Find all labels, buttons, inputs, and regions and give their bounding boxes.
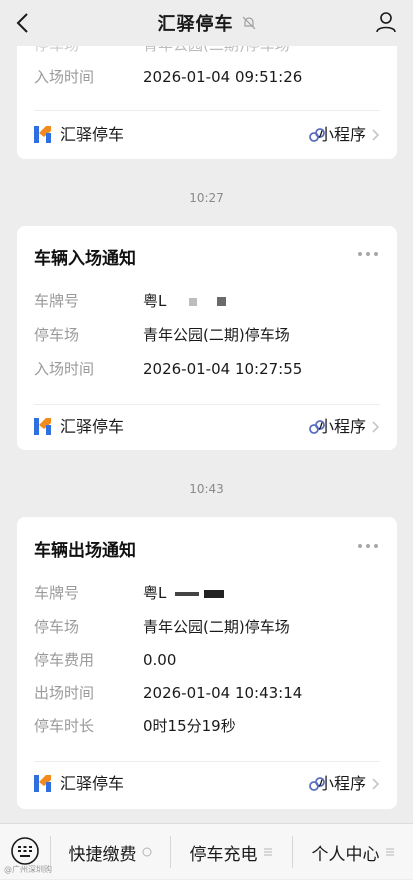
parking-lot-value: 青年公园(二期)停车场 — [143, 326, 290, 344]
entry-time-row: 入场时间 2026-01-04 09:51:26 — [34, 65, 380, 89]
exit-time-row: 出场时间 2026-01-04 10:43:14 — [34, 681, 380, 705]
plate-redaction — [175, 591, 200, 596]
entry-time-value: 2026-01-04 09:51:26 — [143, 68, 303, 86]
brand-name: 汇驿停车 — [60, 774, 125, 793]
entry-time-row: 入场时间 2026-01-04 10:27:55 — [34, 357, 380, 381]
huiyi-logo-icon — [34, 775, 51, 792]
submenu-icon — [263, 848, 272, 856]
parking-fee-row: 停车费用 0.00 — [34, 648, 380, 672]
entry-time-value: 2026-01-04 10:27:55 — [143, 360, 303, 378]
duration-label: 停车时长 — [34, 717, 95, 735]
card-footer[interactable]: 汇驿停车 小程序 — [34, 123, 380, 147]
plate-row: 车牌号 粤L — [34, 289, 380, 313]
parking-lot-row: 停车场 青年公园(二期)停车场 — [34, 323, 380, 347]
parking-fee-value: 0.00 — [143, 651, 177, 669]
menu-charging-label: 停车充电 — [189, 844, 258, 865]
card-divider — [34, 110, 380, 111]
parking-lot-row: 停车场 青年公园(二期)停车场 — [34, 615, 380, 639]
chevron-right-icon — [372, 421, 380, 433]
more-options-icon[interactable] — [357, 251, 379, 257]
link-icon — [142, 847, 151, 857]
chevron-right-icon — [372, 129, 380, 141]
huiyi-logo-icon — [34, 126, 51, 143]
entry-time-label: 入场时间 — [34, 360, 95, 378]
message-feed[interactable]: 停车场 青年公园(二期)停车场 入场时间 2026-01-04 09:51:26… — [0, 0, 413, 823]
watermark: @广州深圳购 — [4, 865, 52, 874]
menu-quick-pay[interactable]: 快捷缴费 — [51, 824, 169, 880]
entry-time-label: 入场时间 — [34, 68, 95, 86]
plate-label: 车牌号 — [34, 584, 80, 602]
plate-value: 粤L — [143, 289, 226, 313]
plate-value: 粤L — [143, 581, 224, 605]
plate-redaction — [216, 297, 226, 306]
submenu-icon — [385, 848, 394, 856]
card-title: 车辆入场通知 — [34, 249, 136, 269]
plate-row: 车牌号 粤L — [34, 581, 380, 605]
card-footer[interactable]: 汇驿停车 小程序 — [34, 772, 380, 796]
brand-name: 汇驿停车 — [60, 125, 125, 144]
plate-redaction — [189, 297, 198, 306]
huiyi-logo-icon — [34, 418, 51, 435]
exit-time-label: 出场时间 — [34, 684, 95, 702]
plate-redaction — [203, 589, 224, 598]
mini-program-link[interactable]: 小程序 — [318, 772, 366, 796]
user-profile-icon[interactable] — [375, 11, 397, 33]
entry-notification-card[interactable]: 车辆入场通知 车牌号 粤L 停车场 青年公园(二期)停车场 入场时间 2026-… — [17, 226, 397, 450]
menu-quick-pay-label: 快捷缴费 — [68, 844, 137, 865]
bottom-menu-bar: 快捷缴费 停车充电 个人中心 — [0, 823, 413, 879]
card-title: 车辆出场通知 — [34, 541, 136, 561]
mini-program-link[interactable]: 小程序 — [318, 123, 366, 147]
message-timestamp: 10:43 — [189, 482, 224, 496]
parking-lot-label: 停车场 — [34, 618, 80, 636]
top-nav-bar: 汇驿停车 — [0, 0, 413, 46]
menu-charging[interactable]: 停车充电 — [171, 824, 291, 880]
plate-prefix: 粤L — [143, 292, 167, 310]
more-options-icon[interactable] — [357, 543, 379, 549]
card-divider — [34, 404, 380, 405]
message-timestamp: 10:27 — [189, 191, 224, 205]
exit-notification-card[interactable]: 车辆出场通知 车牌号 粤L 停车场 青年公园(二期)停车场 停车费用 0.00 … — [17, 517, 397, 809]
keyboard-icon[interactable] — [10, 836, 40, 866]
exit-time-value: 2026-01-04 10:43:14 — [143, 684, 303, 702]
card-divider — [34, 761, 380, 762]
card-footer[interactable]: 汇驿停车 小程序 — [34, 415, 380, 439]
parking-lot-label: 停车场 — [34, 326, 80, 344]
menu-personal-center-label: 个人中心 — [311, 844, 380, 865]
brand-name: 汇驿停车 — [60, 417, 125, 436]
parking-fee-label: 停车费用 — [34, 651, 95, 669]
menu-personal-center[interactable]: 个人中心 — [293, 824, 413, 880]
duration-row: 停车时长 0时15分19秒 — [34, 714, 380, 738]
mini-program-link[interactable]: 小程序 — [318, 415, 366, 439]
parking-lot-value: 青年公园(二期)停车场 — [143, 618, 290, 636]
muted-bell-icon — [242, 16, 255, 30]
chevron-right-icon — [372, 778, 380, 790]
plate-label: 车牌号 — [34, 292, 80, 310]
plate-prefix: 粤L — [143, 584, 167, 602]
page-title: 汇驿停车 — [157, 14, 234, 35]
back-arrow-icon[interactable] — [12, 10, 36, 36]
duration-value: 0时15分19秒 — [143, 717, 236, 735]
